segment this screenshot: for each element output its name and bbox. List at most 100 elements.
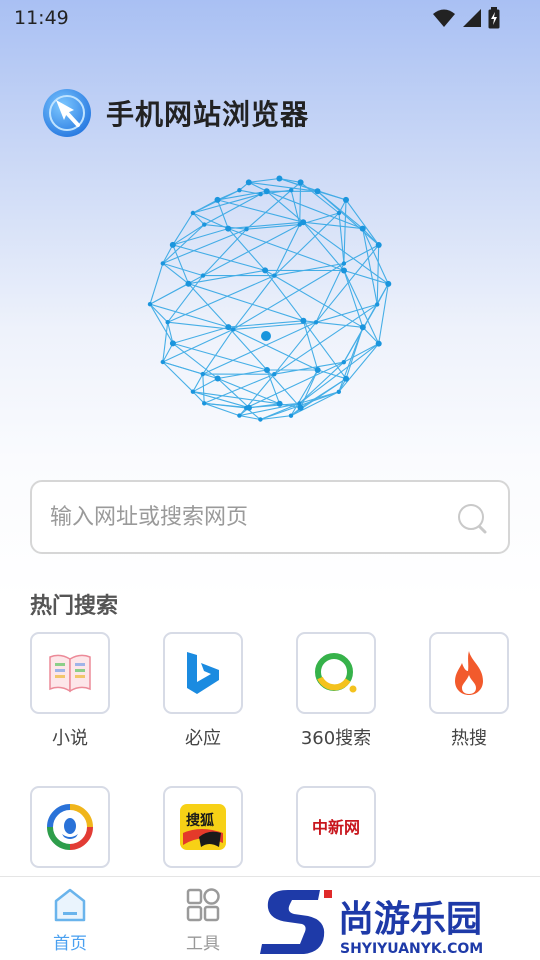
watermark-logo: 尚游乐园 SHYIYUANYK.COM xyxy=(260,890,483,957)
globe-node xyxy=(190,389,196,394)
globe-node xyxy=(276,400,283,407)
globe-line xyxy=(248,181,318,192)
hot-item-sohu[interactable]: 搜狐 xyxy=(163,786,247,868)
globe-node xyxy=(237,188,242,193)
globe-node xyxy=(336,389,341,394)
globe-node xyxy=(375,302,380,307)
status-bar: 11:49 xyxy=(0,0,540,36)
globe-line xyxy=(315,244,380,323)
globe-node xyxy=(262,267,269,274)
360-search-icon xyxy=(315,653,357,693)
signal-icon xyxy=(463,9,481,27)
globe-node xyxy=(225,225,232,232)
watermark-brand: 尚游乐园 xyxy=(338,899,482,940)
globe-node xyxy=(341,267,347,274)
globe-line xyxy=(338,327,364,392)
globe-node xyxy=(231,327,236,332)
globe-node xyxy=(190,210,196,216)
globe-node xyxy=(202,222,207,227)
globe-line xyxy=(162,224,205,264)
globe-line xyxy=(202,374,205,404)
globe-line xyxy=(345,199,380,246)
home-icon xyxy=(54,888,86,922)
globe-node xyxy=(297,404,304,411)
tile-label: 360搜索 xyxy=(300,728,372,749)
globe-node xyxy=(246,404,252,411)
tab-tools[interactable]: 工具 xyxy=(163,887,243,954)
search-icon[interactable] xyxy=(456,502,490,536)
globe-node xyxy=(343,196,349,203)
globe-line xyxy=(227,326,268,371)
tile-box[interactable]: 搜狐 xyxy=(163,786,243,868)
tools-icon xyxy=(186,888,220,922)
globe-node xyxy=(214,196,221,203)
globe-node xyxy=(165,320,170,325)
globe-node xyxy=(385,280,392,287)
tile-box[interactable] xyxy=(163,632,243,714)
svg-text:搜狐: 搜狐 xyxy=(186,812,214,829)
tab-tools-label: 工具 xyxy=(186,934,220,954)
globe-node xyxy=(200,273,206,278)
globe-node xyxy=(237,413,242,418)
globe-line xyxy=(376,244,380,305)
tile-box[interactable] xyxy=(296,632,376,714)
hot-item-chinanews[interactable]: 中新网 xyxy=(296,786,380,868)
tab-home[interactable]: 首页 xyxy=(30,887,110,954)
hot-item-novel[interactable]: 小说 xyxy=(30,632,114,750)
globe-line xyxy=(302,320,319,371)
globe-node xyxy=(289,188,294,193)
search-box[interactable] xyxy=(30,480,510,554)
tile-box[interactable] xyxy=(30,786,110,868)
globe-line xyxy=(167,275,275,323)
globe-node xyxy=(359,324,366,331)
globe-node xyxy=(258,192,263,197)
sohu-icon: 搜狐 xyxy=(180,804,226,850)
globe-node xyxy=(264,367,270,373)
globe-line xyxy=(239,189,261,195)
globe-node xyxy=(341,261,347,266)
globe-node xyxy=(276,175,283,182)
flame-icon xyxy=(455,651,483,695)
globe-node xyxy=(160,261,165,266)
status-icons xyxy=(432,7,500,29)
globe-node xyxy=(245,179,252,186)
svg-text:中新网: 中新网 xyxy=(312,818,360,837)
battery-icon xyxy=(488,7,500,29)
status-time: 11:49 xyxy=(14,7,69,29)
chinanews-icon: 中新网 xyxy=(312,818,360,837)
tile-box[interactable]: 中新网 xyxy=(296,786,376,868)
tile-box[interactable] xyxy=(30,632,110,714)
tencent-news-icon xyxy=(47,804,93,850)
tile-label: 必应 xyxy=(185,728,221,749)
wifi-icon xyxy=(433,9,455,27)
hot-search-title: 热门搜索 xyxy=(30,594,119,619)
globe-line xyxy=(167,322,174,344)
globe-node xyxy=(169,340,176,347)
globe-line xyxy=(343,199,347,264)
globe-node xyxy=(297,179,304,186)
globe-line xyxy=(299,343,380,404)
tile-box[interactable] xyxy=(429,632,509,714)
globe-node xyxy=(375,242,382,248)
globe-line xyxy=(192,193,261,214)
bing-icon xyxy=(187,652,219,694)
search-input[interactable] xyxy=(50,482,450,552)
hot-item-tencent-news[interactable] xyxy=(30,786,114,868)
hot-item-360[interactable]: 360搜索 xyxy=(296,632,380,750)
globe-node xyxy=(202,401,207,406)
globe-node xyxy=(169,241,176,248)
hot-item-bing[interactable]: 必应 xyxy=(163,632,247,750)
globe-node xyxy=(244,227,249,232)
globe-line xyxy=(343,244,379,264)
globe-node xyxy=(300,219,307,226)
globe-node xyxy=(313,320,319,325)
globe-line xyxy=(192,212,205,225)
globe-line xyxy=(248,177,280,183)
hot-item-trending[interactable]: 热搜 xyxy=(429,632,513,750)
globe-node xyxy=(314,367,321,373)
globe-node xyxy=(343,375,350,382)
globe-node xyxy=(288,413,294,418)
globe-node xyxy=(160,359,165,365)
globe-node xyxy=(314,188,321,195)
globe-line xyxy=(362,228,389,285)
